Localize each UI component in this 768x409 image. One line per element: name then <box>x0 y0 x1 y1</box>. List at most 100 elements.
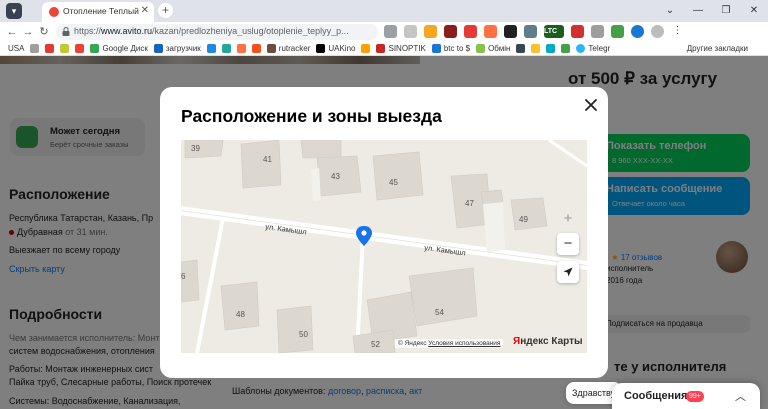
page-content: от 500 ₽ за услугу Может сегодня Берёт с… <box>0 56 768 409</box>
bookmark-item[interactable]: rutracker <box>266 44 311 53</box>
bookmark-item[interactable]: USA <box>8 44 24 53</box>
navigation-arrow-icon <box>563 267 573 277</box>
other-bookmarks-folder[interactable]: Другие закладки <box>682 44 748 53</box>
yandex-map[interactable]: 39 41 43 45 47 49 6 48 50 54 52 ул. Камы… <box>181 140 587 353</box>
reload-icon[interactable]: ↻ <box>36 24 52 40</box>
location-modal: Расположение и зоны выезда 39 41 43 45 4… <box>160 87 608 378</box>
bookmark-label: SINOPTIK <box>388 44 426 53</box>
url-input[interactable]: https://www.avito.ru/kazan/predlozheniya… <box>56 24 378 40</box>
yandex-maps-logo[interactable]: Яндекс Карты <box>513 336 583 347</box>
share-icon[interactable] <box>404 25 417 38</box>
bookmark-lime-icon[interactable] <box>60 44 70 53</box>
bookmark-vk-icon[interactable] <box>206 44 216 53</box>
bookmark-cyan-icon[interactable] <box>546 44 556 53</box>
profile-avatar-icon[interactable] <box>651 25 664 38</box>
building-number: 50 <box>299 330 308 339</box>
download-icon[interactable] <box>611 25 624 38</box>
back-arrow-icon[interactable]: ← <box>4 24 20 40</box>
bookmark-item[interactable]: UAKino <box>316 44 355 53</box>
extension-grey-icon[interactable] <box>524 25 537 38</box>
url-prefix: https:// <box>74 26 102 36</box>
bookmark-gmail-icon[interactable] <box>75 44 85 53</box>
extensions-toolbar: LTC ⋮ <box>384 25 684 38</box>
forward-arrow-icon[interactable]: → <box>20 24 36 40</box>
exchange-icon <box>476 44 486 53</box>
bookmark-teal-icon[interactable] <box>221 44 231 53</box>
star-icon[interactable] <box>424 25 437 38</box>
sinoptik-icon <box>376 44 386 53</box>
new-tab-button[interactable]: + <box>158 3 173 18</box>
bookmark-doc-icon[interactable] <box>30 44 40 53</box>
bookmark-dark-icon[interactable] <box>516 44 526 53</box>
translate-icon[interactable] <box>384 25 397 38</box>
url-text: https://www.avito.ru/kazan/predlozheniya… <box>74 26 370 36</box>
extension-puzzle-icon[interactable] <box>591 25 604 38</box>
bookmark-youtube-icon[interactable] <box>45 44 55 53</box>
url-domain: www.avito.ru <box>101 26 153 36</box>
yandex-logo-text: ндекс Карты <box>520 336 583 347</box>
menu-dots-icon[interactable]: ⋮ <box>671 25 684 38</box>
bookmark-item[interactable]: SINOPTIK <box>376 44 426 53</box>
extension-youtube-icon[interactable] <box>464 25 477 38</box>
extension-dark-icon[interactable] <box>504 25 517 38</box>
building-number: 6 <box>181 272 186 281</box>
chevron-up-icon[interactable]: ︿ <box>735 388 746 404</box>
bookmark-label: Обмін <box>488 44 511 53</box>
tab-search-icon[interactable]: ▾ <box>6 3 22 19</box>
google-drive-icon <box>90 44 100 53</box>
extension-red-icon[interactable] <box>444 25 457 38</box>
building-number: 48 <box>236 310 245 319</box>
tab-active[interactable]: Отопление Теплый пол ✕ <box>42 2 154 22</box>
bookmark-green-icon[interactable] <box>561 44 571 53</box>
avito-favicon-icon <box>49 7 59 17</box>
restore-button[interactable]: ❐ <box>712 0 740 22</box>
messages-title: Сообщения <box>624 390 688 402</box>
extension-orange-icon[interactable] <box>484 25 497 38</box>
geolocate-button[interactable] <box>557 261 579 283</box>
close-icon[interactable] <box>582 96 600 114</box>
building-number: 47 <box>465 199 474 208</box>
bookmark-amber-icon[interactable] <box>361 44 371 53</box>
messages-count-badge: 99+ <box>686 391 704 402</box>
google-search-icon <box>431 44 441 53</box>
building-number: 39 <box>191 144 200 153</box>
bookmark-label: btc to $ <box>443 44 471 53</box>
window-controls: ⌄ — ❐ ✕ <box>656 0 768 22</box>
bookmark-item[interactable]: загрузчик <box>153 44 201 53</box>
terms-of-use-link[interactable]: Условия использования <box>428 340 500 347</box>
bookmark-label: USA <box>8 44 25 53</box>
bookmark-label: UAKino <box>328 44 356 53</box>
map-attribution: © Яндекс Условия использования <box>395 339 504 348</box>
minimize-button[interactable]: — <box>684 0 712 22</box>
tab-close-icon[interactable]: ✕ <box>141 5 149 16</box>
zoom-out-button[interactable]: − <box>557 233 579 255</box>
extension-blue-icon[interactable] <box>631 25 644 38</box>
building-number: 54 <box>435 308 444 317</box>
bookmark-item[interactable]: Google Диск <box>90 44 148 53</box>
bookmark-f-icon[interactable] <box>251 44 261 53</box>
bookmark-item[interactable]: Обмін <box>476 44 510 53</box>
bookmark-orange-icon[interactable] <box>236 44 246 53</box>
building-number: 43 <box>331 172 340 181</box>
attribution-copyright: © Яндекс <box>398 340 427 347</box>
map-canvas <box>181 140 587 353</box>
extension-red2-icon[interactable] <box>571 25 584 38</box>
downloader-icon <box>153 44 163 53</box>
tab-bar: ▾ Отопление Теплый пол ✕ + ⌄ — ❐ ✕ <box>0 0 768 22</box>
ltc-ticker-label: LTC <box>544 28 558 35</box>
bookmark-label: rutracker <box>278 44 311 53</box>
building-number: 41 <box>263 155 272 164</box>
bookmark-item[interactable]: btc to $ <box>431 44 471 53</box>
bookmark-item[interactable]: Telegr <box>576 44 610 53</box>
telegram-icon <box>576 44 586 53</box>
messages-widget[interactable]: Сообщения 99+ ︿ <box>612 383 760 409</box>
uakino-icon <box>316 44 326 53</box>
bookmark-label: Telegr <box>588 44 611 53</box>
bookmark-yellow-icon[interactable] <box>531 44 541 53</box>
zoom-in-button[interactable]: + <box>557 208 579 230</box>
tab-title: Отопление Теплый пол <box>63 6 139 16</box>
bookmark-label: загрузчик <box>165 44 201 53</box>
close-window-button[interactable]: ✕ <box>740 0 768 22</box>
tab-list-icon[interactable]: ⌄ <box>656 0 684 22</box>
ltc-ticker-icon[interactable]: LTC <box>544 25 564 38</box>
